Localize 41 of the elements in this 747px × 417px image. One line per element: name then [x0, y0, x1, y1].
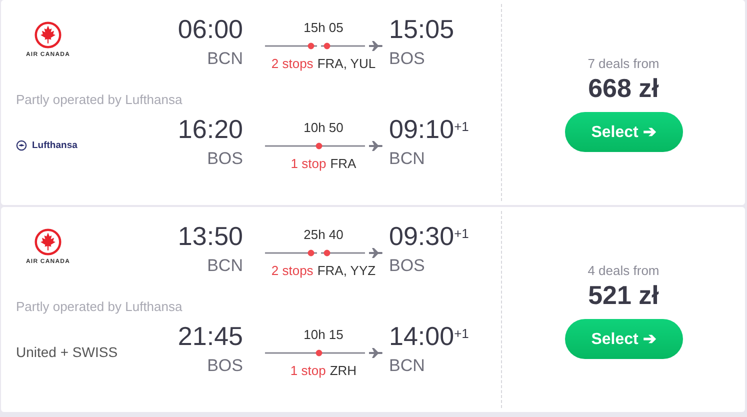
departure-time: 21:45 — [178, 321, 243, 351]
arrival-airport: BCN — [389, 355, 425, 377]
deals-count: 4 deals from — [588, 263, 660, 278]
stops-count: 1 stop — [290, 156, 326, 171]
arrival-time: 15:05 — [389, 14, 454, 44]
flight-duration: 15h 05 — [304, 20, 344, 35]
crane-logo-icon — [16, 140, 27, 150]
operated-note: Partly operated by Lufthansa — [15, 91, 184, 109]
departure-airport: BCN — [207, 48, 243, 70]
operated-note: Partly operated by Lufthansa — [15, 298, 184, 316]
stop-airports: FRA, YYZ — [317, 263, 376, 278]
arrival-airport: BCN — [389, 148, 425, 170]
arrival-time: 09:10$^{+1}$ — [389, 114, 469, 144]
airline-name: United + SWISS — [16, 344, 118, 360]
flight-duration: 10h 15 — [304, 327, 344, 342]
departure-time: 16:20 — [178, 114, 243, 144]
flight-duration: 10h 50 — [304, 120, 344, 135]
select-button[interactable]: Select ➔ — [564, 319, 682, 359]
select-button[interactable]: Select ➔ — [564, 112, 682, 152]
maple-leaf-logo-icon — [34, 228, 62, 256]
arrival-time: 14:00$^{+1}$ — [389, 321, 469, 351]
arrival-time: 09:30$^{+1}$ — [389, 221, 469, 251]
departure-airport: BOS — [207, 148, 243, 170]
departure-airport: BCN — [207, 255, 243, 277]
price: 521 zł — [588, 280, 659, 311]
maple-leaf-logo-icon — [34, 20, 62, 48]
departure-time: 06:00 — [178, 14, 243, 44]
flight-duration: 25h 40 — [304, 227, 344, 242]
airline-wordmark: Lufthansa — [32, 140, 78, 150]
stop-airports: ZRH — [330, 363, 357, 378]
price: 668 zł — [588, 73, 659, 104]
stop-airports: FRA — [330, 156, 356, 171]
arrival-airport: BOS — [389, 255, 425, 277]
stops-count: 2 stops — [271, 56, 314, 71]
departure-airport: BOS — [207, 355, 243, 377]
deals-count: 7 deals from — [588, 56, 660, 71]
stops-count: 1 stop — [290, 363, 326, 378]
departure-time: 13:50 — [178, 221, 243, 251]
stops-count: 2 stops — [271, 263, 314, 278]
arrival-airport: BOS — [389, 48, 425, 70]
stop-airports: FRA, YUL — [317, 56, 376, 71]
